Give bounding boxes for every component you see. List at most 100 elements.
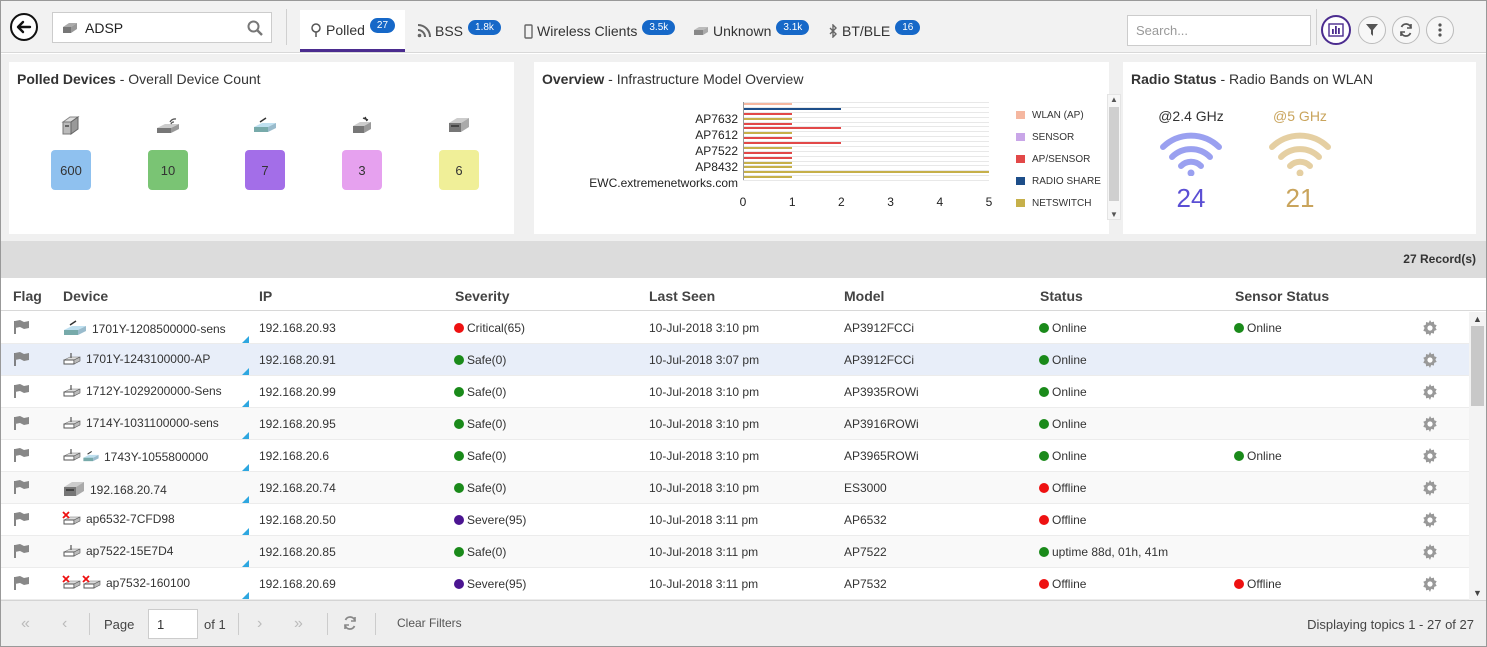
site-selector[interactable]: ADSP [52,12,272,43]
device-name[interactable]: 1701Y-1243100000-AP [86,352,210,366]
device-name[interactable]: ap6532-7CFD98 [86,512,175,526]
scroll-up-icon[interactable]: ▲ [1110,95,1118,104]
gear-icon[interactable] [1422,416,1438,432]
refresh-button[interactable] [1392,16,1420,44]
clear-filters-button[interactable]: Clear Filters [397,616,462,630]
table-scrollbar[interactable]: ▲ ▼ [1469,312,1486,600]
back-button[interactable] [10,13,38,41]
flag-icon[interactable] [13,576,30,590]
table-row[interactable]: 1712Y-1029200000-Sens 192.168.20.99 Safe(0… [1,376,1469,408]
chart-bar[interactable] [743,137,793,140]
more-options-button[interactable] [1426,16,1454,44]
device-cell[interactable]: ap6532-7CFD98 [62,511,175,527]
search-icon[interactable] [247,20,263,36]
chart-bar[interactable] [743,107,842,110]
chart-bar[interactable] [743,171,989,174]
flag-icon[interactable] [13,320,30,334]
chart-bar[interactable] [743,146,793,149]
device-type-count[interactable]: 6 [434,114,484,190]
table-row[interactable]: ap7532-160100 192.168.20.69 Severe(95) 10-J… [1,568,1469,600]
chart-bar[interactable] [743,156,793,159]
chart-bar[interactable] [743,176,793,179]
page-number-input[interactable] [148,609,198,639]
column-header-flag[interactable]: Flag [13,288,42,304]
gear-icon[interactable] [1422,512,1438,528]
device-type-count[interactable]: 7 [240,114,290,190]
chart-bar[interactable] [743,127,842,130]
chart-bar[interactable] [743,142,842,144]
tab-wireless-clients[interactable]: Wireless Clients 3.5k [514,10,685,52]
scroll-thumb[interactable] [1471,326,1484,406]
device-type-count[interactable]: 600 [46,114,96,190]
table-row[interactable]: 1701Y-1243100000-AP 192.168.20.91 Safe(0) 1… [1,344,1469,376]
chart-bar[interactable] [743,122,793,125]
chart-bar[interactable] [743,103,793,105]
previous-page-icon[interactable]: ‹ [62,615,67,633]
table-row[interactable]: ap6532-7CFD98 192.168.20.50 Severe(95) 10-J… [1,504,1469,536]
device-name[interactable]: ap7532-160100 [106,576,190,590]
legend-scrollbar[interactable]: ▲ ▼ [1107,94,1121,220]
scroll-down-icon[interactable]: ▼ [1110,210,1118,219]
gear-icon[interactable] [1422,576,1438,592]
chart-bar[interactable] [743,117,793,120]
search-input[interactable] [1136,23,1312,38]
flag-icon[interactable] [13,352,30,366]
column-header-last-seen[interactable]: Last Seen [649,288,715,304]
device-cell[interactable]: 192.168.20.74 [62,479,167,501]
flag-icon[interactable] [13,544,30,558]
first-page-icon[interactable]: « [21,615,30,633]
legend-item[interactable]: SENSOR [1016,126,1106,148]
scroll-up-icon[interactable]: ▲ [1473,314,1482,324]
device-name[interactable]: 1712Y-1029200000-Sens [86,384,222,398]
column-header-model[interactable]: Model [844,288,884,304]
legend-item[interactable]: RADIO SHARE [1016,170,1106,192]
refresh-icon[interactable] [343,616,357,633]
device-cell[interactable]: 1743Y-1055800000 [62,447,208,467]
gear-icon[interactable] [1422,320,1438,336]
flag-icon[interactable] [13,384,30,398]
scroll-thumb[interactable] [1109,107,1119,201]
tab-bss[interactable]: BSS 1.8k [407,10,511,52]
table-row[interactable]: 192.168.20.74 192.168.20.74 Safe(0) 10-Jul-… [1,472,1469,504]
device-type-count[interactable]: 10 [143,114,193,190]
device-cell[interactable]: ap7522-15E7D4 [62,543,173,559]
column-header-status[interactable]: Status [1040,288,1083,304]
scroll-down-icon[interactable]: ▼ [1473,588,1482,598]
device-name[interactable]: 192.168.20.74 [90,483,167,497]
flag-icon[interactable] [13,480,30,494]
legend-item[interactable]: AP/SENSOR [1016,148,1106,170]
column-header-severity[interactable]: Severity [455,288,509,304]
device-name[interactable]: ap7522-15E7D4 [86,544,173,558]
chart-bar[interactable] [743,166,793,169]
gear-icon[interactable] [1422,352,1438,368]
chart-bar[interactable] [743,161,793,164]
flag-icon[interactable] [13,416,30,430]
chart-bar[interactable] [743,112,793,115]
column-header-sensor-status[interactable]: Sensor Status [1235,288,1329,304]
chart-view-button[interactable] [1321,15,1351,45]
table-row[interactable]: 1701Y-1208500000-sens 192.168.20.93 Critic… [1,312,1469,344]
column-header-device[interactable]: Device [63,288,108,304]
device-cell[interactable]: 1712Y-1029200000-Sens [62,383,222,399]
filter-button[interactable] [1358,16,1386,44]
chart-bar[interactable] [743,151,793,154]
column-header-ip[interactable]: IP [259,288,272,304]
flag-icon[interactable] [13,512,30,526]
device-cell[interactable]: 1701Y-1243100000-AP [62,351,210,367]
gear-icon[interactable] [1422,448,1438,464]
tab-polled[interactable]: Polled 27 [300,10,405,52]
legend-item[interactable]: WLAN (AP) [1016,104,1106,126]
tab-bt-ble[interactable]: BT/BLE 16 [819,10,930,52]
device-cell[interactable]: ap7532-160100 [62,575,190,591]
device-name[interactable]: 1743Y-1055800000 [104,450,208,464]
device-cell[interactable]: 1714Y-1031100000-sens [62,415,219,431]
device-name[interactable]: 1701Y-1208500000-sens [92,322,226,336]
gear-icon[interactable] [1422,544,1438,560]
flag-icon[interactable] [13,448,30,462]
table-row[interactable]: 1714Y-1031100000-sens 192.168.20.95 Safe(0… [1,408,1469,440]
device-cell[interactable]: 1701Y-1208500000-sens [62,319,226,339]
chart-bar[interactable] [743,132,793,135]
gear-icon[interactable] [1422,384,1438,400]
tab-unknown[interactable]: Unknown 3.1k [683,10,819,52]
device-name[interactable]: 1714Y-1031100000-sens [86,416,219,430]
